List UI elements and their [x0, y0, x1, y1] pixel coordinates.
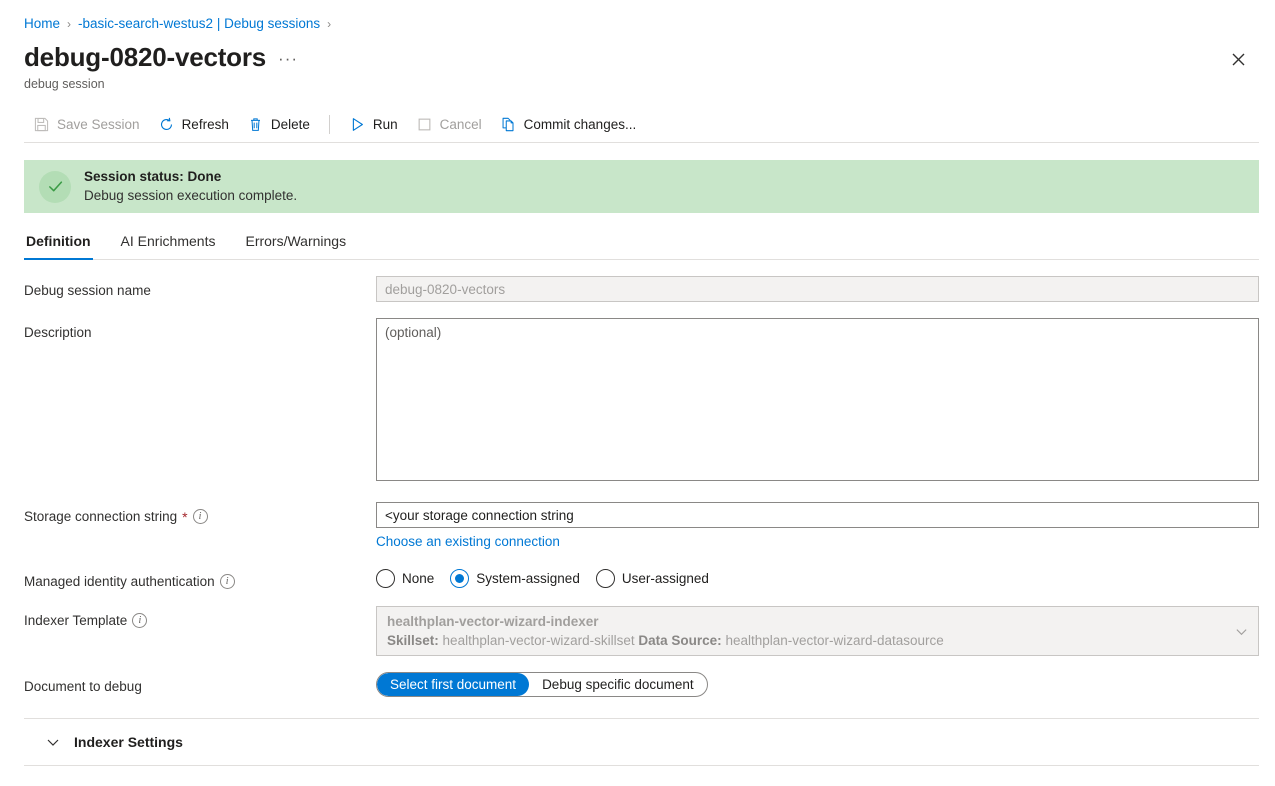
- status-title: Session status: Done: [84, 169, 222, 184]
- breadcrumb-item-debug-sessions[interactable]: -basic-search-westus2 | Debug sessions: [78, 15, 320, 33]
- storage-connection-string-label-text: Storage connection string: [24, 509, 178, 524]
- description-textarea[interactable]: [376, 318, 1259, 481]
- breadcrumb: Home › -basic-search-westus2 | Debug ses…: [0, 0, 1275, 34]
- managed-identity-control: None System-assigned User-assigned: [376, 567, 1259, 588]
- radio-none-dot: [376, 569, 395, 588]
- info-icon-managed-identity[interactable]: i: [219, 574, 235, 589]
- refresh-label: Refresh: [181, 117, 229, 132]
- field-storage-connection-string: Storage connection string * i Choose an …: [24, 502, 1259, 551]
- delete-label: Delete: [270, 117, 310, 132]
- play-icon: [349, 116, 366, 133]
- radio-user-assigned-label: User-assigned: [621, 571, 709, 586]
- breadcrumb-separator-icon: ›: [67, 16, 72, 31]
- required-marker: *: [182, 508, 188, 525]
- chevron-down-icon-indexer-settings: [46, 735, 60, 749]
- field-description: Description: [24, 318, 1259, 486]
- debug-session-name-input: [376, 276, 1259, 302]
- save-icon: [33, 116, 50, 133]
- indexer-template-dropdown[interactable]: healthplan-vector-wizard-indexer Skillse…: [376, 606, 1259, 656]
- status-badge: [39, 170, 71, 203]
- choose-existing-connection-link[interactable]: Choose an existing connection: [376, 533, 560, 551]
- debug-session-blade: Home › -basic-search-westus2 | Debug ses…: [0, 0, 1275, 786]
- close-icon: [1232, 53, 1244, 65]
- command-toolbar: Save Session Refresh Delete Run Cancel C…: [24, 107, 1259, 143]
- trash-icon: [247, 116, 264, 133]
- indexer-template-details: Skillset: healthplan-vector-wizard-skill…: [387, 631, 1227, 650]
- chevron-down-icon: [1235, 625, 1248, 638]
- commit-changes-button[interactable]: Commit changes...: [491, 109, 646, 141]
- radio-none-label: None: [402, 571, 435, 586]
- page-subtitle: debug session: [24, 77, 105, 91]
- section-indexer-settings-title: Indexer Settings: [74, 734, 183, 750]
- storage-connection-string-control: Choose an existing connection: [376, 502, 1259, 551]
- radio-none[interactable]: None: [376, 569, 434, 588]
- document-to-debug-toggle-group: Select first document Debug specific doc…: [376, 672, 708, 697]
- radio-user-assigned-dot: [595, 569, 615, 588]
- tab-errors-warnings[interactable]: Errors/Warnings: [243, 232, 348, 259]
- managed-identity-radio-group: None System-assigned User-assigned: [376, 567, 1259, 588]
- breadcrumb-item-home[interactable]: Home: [24, 15, 60, 33]
- tab-list: Definition AI Enrichments Errors/Warning…: [24, 226, 1259, 260]
- info-icon-indexer-template[interactable]: i: [132, 613, 148, 628]
- managed-identity-label-text: Managed identity authentication: [24, 574, 215, 589]
- section-indexer-settings[interactable]: Indexer Settings: [24, 718, 1259, 766]
- description-control: [376, 318, 1259, 486]
- radio-system-assigned-dot: [450, 569, 470, 588]
- toggle-debug-specific-document[interactable]: Debug specific document: [529, 673, 707, 696]
- radio-user-assigned[interactable]: User-assigned: [595, 569, 709, 588]
- managed-identity-label: Managed identity authentication i: [24, 567, 376, 590]
- cancel-label: Cancel: [439, 117, 482, 132]
- document-to-debug-control: Select first document Debug specific doc…: [376, 672, 1259, 697]
- indexer-template-label-text: Indexer Template: [24, 613, 128, 628]
- datasource-label: Data Source:: [638, 633, 722, 648]
- indexer-template-control: healthplan-vector-wizard-indexer Skillse…: [376, 606, 1259, 656]
- toolbar-divider: [328, 115, 330, 134]
- checkmark-icon: [48, 181, 62, 192]
- tab-ai-enrichments[interactable]: AI Enrichments: [119, 232, 218, 259]
- run-button[interactable]: Run: [340, 109, 407, 141]
- field-indexer-template: Indexer Template i healthplan-vector-wiz…: [24, 606, 1259, 656]
- save-session-button[interactable]: Save Session: [24, 109, 149, 141]
- page-title-row: debug-0820-vectors ···: [0, 34, 1275, 74]
- commit-changes-label: Commit changes...: [523, 117, 637, 132]
- refresh-icon: [158, 116, 175, 133]
- skillset-label: Skillset:: [387, 633, 439, 648]
- debug-session-name-label: Debug session name: [24, 283, 151, 298]
- skillset-value: healthplan-vector-wizard-skillset: [442, 633, 635, 648]
- datasource-value: healthplan-vector-wizard-datasource: [725, 633, 944, 648]
- storage-connection-string-input[interactable]: [376, 502, 1259, 528]
- field-managed-identity-authentication: Managed identity authentication i None S…: [24, 567, 1259, 590]
- indexer-template-selected-value: healthplan-vector-wizard-indexer: [387, 614, 599, 629]
- debug-session-name-control: [376, 276, 1259, 302]
- radio-system-assigned-label: System-assigned: [476, 571, 580, 586]
- definition-form: Debug session name Description Storage c…: [24, 276, 1259, 697]
- status-description: Debug session execution complete.: [84, 188, 298, 203]
- info-icon-storage[interactable]: i: [192, 509, 208, 524]
- save-session-label: Save Session: [57, 117, 140, 132]
- status-banner: Session status: Done Debug session execu…: [24, 160, 1259, 213]
- delete-button[interactable]: Delete: [238, 109, 319, 141]
- field-debug-session-name: Debug session name: [24, 276, 1259, 302]
- toggle-select-first-document[interactable]: Select first document: [377, 673, 530, 696]
- indexer-template-label: Indexer Template i: [24, 606, 376, 629]
- field-document-to-debug: Document to debug Select first document …: [24, 672, 1259, 697]
- copy-icon: [500, 116, 517, 133]
- description-label: Description: [24, 325, 92, 340]
- tab-definition[interactable]: Definition: [24, 232, 93, 260]
- indexer-template-dropdown-body: healthplan-vector-wizard-indexer Skillse…: [387, 612, 1227, 650]
- page-title: debug-0820-vectors: [24, 42, 267, 72]
- more-options-icon[interactable]: ···: [278, 50, 298, 74]
- run-label: Run: [372, 117, 398, 132]
- status-text-group: Session status: Done Debug session execu…: [84, 168, 297, 205]
- breadcrumb-separator-icon-2: ›: [327, 16, 332, 31]
- stop-icon: [416, 116, 433, 133]
- document-to-debug-label: Document to debug: [24, 679, 142, 694]
- refresh-button[interactable]: Refresh: [149, 109, 238, 141]
- cancel-button[interactable]: Cancel: [407, 109, 491, 141]
- close-blade-button[interactable]: [1223, 44, 1253, 74]
- storage-connection-string-label: Storage connection string * i: [24, 502, 376, 525]
- radio-system-assigned[interactable]: System-assigned: [450, 569, 580, 588]
